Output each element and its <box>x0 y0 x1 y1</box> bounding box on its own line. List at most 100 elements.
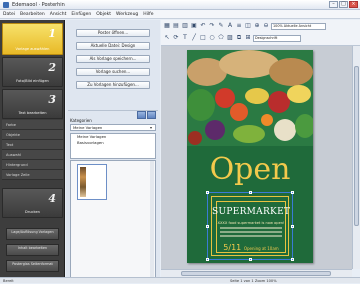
resize-handle[interactable] <box>249 258 252 261</box>
thumbnail-scrollbar[interactable] <box>150 161 154 279</box>
step-1-select-template[interactable]: 1 Vorlage auswählen <box>2 23 63 55</box>
step-2-insert-photo[interactable]: 2 Foto/Bild einfügen <box>2 57 63 87</box>
open-poster-button[interactable]: Poster öffnen... <box>76 29 150 37</box>
polygon-icon[interactable]: ⬠ <box>217 34 225 42</box>
search-template-button[interactable]: Vorlage suchen... <box>76 68 150 76</box>
toolbar-row-1: ▦ ▤ ▥ ▣ ↶ ↷ ✎ A ≡ ◫ ⊕ ⊖ 100% Aktuelle An… <box>163 21 326 31</box>
template-thumbnails <box>70 160 156 280</box>
pages-icon[interactable]: ▦ <box>163 22 171 30</box>
save-icon[interactable]: ▣ <box>190 22 198 30</box>
vertical-scrollbar[interactable] <box>352 46 360 269</box>
edit-content-button[interactable]: Inhalt bearbeiten <box>6 244 59 256</box>
brush-icon[interactable]: ✎ <box>217 22 225 30</box>
window-title: Edemaool · Posterhin <box>12 2 65 8</box>
resize-handle[interactable] <box>206 191 209 194</box>
new-doc-icon[interactable]: ▤ <box>172 22 180 30</box>
subitem-color[interactable]: Farbe <box>2 120 63 130</box>
resize-handle[interactable] <box>206 225 209 228</box>
text-line <box>220 227 282 229</box>
menu-bar: Datei Bearbeiten Ansicht Einfügen Objekt… <box>0 10 360 19</box>
menu-view[interactable]: Ansicht <box>50 12 67 17</box>
date-suffix: Opening at 10am <box>243 246 279 251</box>
chevron-down-icon: ▾ <box>149 125 152 130</box>
undo-icon[interactable]: ↶ <box>199 22 207 30</box>
design-canvas[interactable]: Open SUPERMARKET XXXX food supermarket i… <box>161 46 352 269</box>
template-resolution-button[interactable]: Lage/Auflösung Vorlagen <box>6 228 59 240</box>
resize-handle[interactable] <box>291 225 294 228</box>
resize-handle[interactable] <box>291 258 294 261</box>
template-panel: Poster öffnen... Aktuelle Datei: Design … <box>66 20 160 280</box>
line-icon[interactable]: ╱ <box>190 34 198 42</box>
step-number: 2 <box>48 61 56 74</box>
layers-icon[interactable]: ◫ <box>244 22 252 30</box>
save-template-button[interactable]: Als Vorlage speichern... <box>76 55 150 63</box>
folder-dropdown[interactable]: Meine Vorlagen ▾ <box>70 124 156 131</box>
group-icon[interactable]: ⧉ <box>235 34 243 42</box>
menu-tools[interactable]: Werkzeug <box>116 12 138 17</box>
menu-file[interactable]: Datei <box>3 12 15 17</box>
zoom-in-icon[interactable]: ⊕ <box>253 22 261 30</box>
align-icon[interactable]: ≡ <box>235 22 243 30</box>
step-3-subitems: Farbe Objekte Text Auswahl Hintergrund V… <box>2 120 63 180</box>
menu-edit[interactable]: Bearbeiten <box>20 12 45 17</box>
subitem-text[interactable]: Text <box>2 140 63 150</box>
subitem-selection[interactable]: Auswahl <box>2 150 63 160</box>
supermarket-title: SUPERMARKET <box>212 207 291 217</box>
resize-handle[interactable] <box>291 191 294 194</box>
subitem-template-line[interactable]: Vorlage Zeile <box>2 170 63 180</box>
zoom-out-icon[interactable]: ⊖ <box>262 22 270 30</box>
title-bar: Edemaool · Posterhin – □ × <box>0 0 360 10</box>
poster-headline[interactable]: Open <box>187 152 313 187</box>
folder-tree: Meine Vorlagen Basisvorlagen <box>70 133 156 159</box>
step-label: Vorlage auswählen <box>15 47 50 51</box>
step-label: Text bearbeiten <box>18 111 47 115</box>
page-format-button[interactable]: Posterglas Seitenformat <box>6 260 59 272</box>
step-number: 3 <box>48 93 56 106</box>
status-bar: Bereit Seite 1 von 1 Zoom 100% <box>0 277 360 283</box>
step-4-print[interactable]: 4 Drucken <box>2 188 63 218</box>
text-tool-icon[interactable]: T <box>181 34 189 42</box>
poster-page[interactable]: Open SUPERMARKET XXXX food supermarket i… <box>187 50 313 263</box>
folder-up-icon[interactable] <box>147 111 156 119</box>
vertical-scroll-thumb[interactable] <box>354 66 359 226</box>
folder-dropdown-value: Meine Vorlagen <box>73 125 103 130</box>
toolbar: ▦ ▤ ▥ ▣ ↶ ↷ ✎ A ≡ ◫ ⊕ ⊖ 100% Aktuelle An… <box>161 20 360 46</box>
horizontal-scrollbar[interactable] <box>161 269 352 277</box>
rotate-icon[interactable]: ⟳ <box>172 34 180 42</box>
resize-handle[interactable] <box>206 258 209 261</box>
folder-tools <box>137 111 156 119</box>
step-number: 4 <box>48 192 56 205</box>
tree-node[interactable]: Basisvorlagen <box>71 140 155 146</box>
add-to-templates-button[interactable]: Zu Vorlagen hinzufügen... <box>76 81 150 89</box>
select-icon[interactable]: ↖ <box>163 34 171 42</box>
rect-icon[interactable]: □ <box>199 34 207 42</box>
vegetable-photo[interactable] <box>187 50 313 146</box>
folder-new-icon[interactable] <box>137 111 146 119</box>
close-button[interactable]: × <box>349 1 358 8</box>
step-3-edit-text[interactable]: 3 Text bearbeiten <box>2 89 63 119</box>
redo-icon[interactable]: ↷ <box>208 22 216 30</box>
body-text-lines <box>220 227 282 239</box>
table-icon[interactable]: ⊞ <box>244 34 252 42</box>
folder-label: Kategorien <box>70 118 92 123</box>
template-thumbnail[interactable] <box>77 164 107 200</box>
font-icon[interactable]: A <box>226 22 234 30</box>
app-icon <box>3 2 9 8</box>
zoom-combo[interactable]: 100% Aktuelle Ansicht <box>271 22 326 30</box>
current-design-button[interactable]: Aktuelle Datei: Design <box>76 42 150 50</box>
supermarket-textbox[interactable]: SUPERMARKET XXXX food supermarket is now… <box>211 196 291 256</box>
resize-handle[interactable] <box>249 191 252 194</box>
circle-icon[interactable]: ○ <box>208 34 216 42</box>
menu-object[interactable]: Objekt <box>96 12 111 17</box>
maximize-button[interactable]: □ <box>339 1 348 8</box>
minimize-button[interactable]: – <box>329 1 338 8</box>
horizontal-scroll-thumb[interactable] <box>181 271 331 276</box>
menu-help[interactable]: Hilfe <box>143 12 153 17</box>
subitem-background[interactable]: Hintergrund <box>2 160 63 170</box>
image-icon[interactable]: ▨ <box>226 34 234 42</box>
font-combo[interactable]: Designschrift <box>253 34 301 42</box>
opening-date: 5/11 Opening at 10am <box>212 243 290 252</box>
subitem-objects[interactable]: Objekte <box>2 130 63 140</box>
menu-insert[interactable]: Einfügen <box>71 12 91 17</box>
open-icon[interactable]: ▥ <box>181 22 189 30</box>
